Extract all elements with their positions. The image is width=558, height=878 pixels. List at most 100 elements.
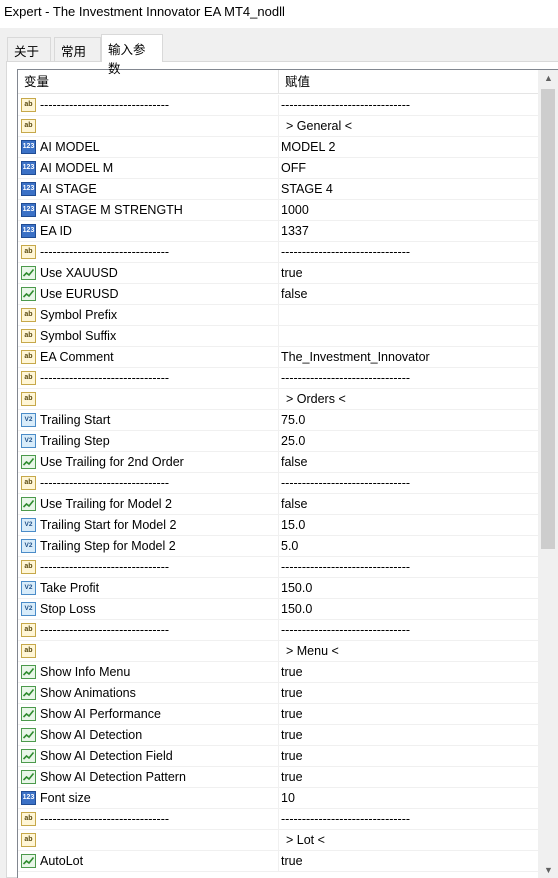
parameter-row[interactable]: ab ------------------------------- -------… bbox=[18, 95, 538, 116]
parameter-row[interactable]: 123 AI STAGE STAGE 4 bbox=[18, 179, 538, 200]
scroll-up-arrow-icon[interactable]: ▲ bbox=[538, 70, 558, 87]
parameter-row[interactable]: ab ------------------------------- -------… bbox=[18, 557, 538, 578]
parameter-value[interactable]: > General < bbox=[280, 116, 352, 137]
parameter-row[interactable]: Use Trailing for Model 2 false bbox=[18, 494, 538, 515]
parameter-value[interactable]: STAGE 4 bbox=[280, 179, 333, 200]
parameter-value[interactable]: OFF bbox=[280, 158, 306, 179]
parameter-row[interactable]: Use XAUUSD true bbox=[18, 263, 538, 284]
cell-divider bbox=[278, 284, 279, 305]
parameter-value[interactable]: true bbox=[280, 767, 303, 788]
cell-divider bbox=[278, 305, 279, 326]
parameter-name: ------------------------------- bbox=[40, 371, 170, 385]
parameter-value[interactable]: ------------------------------- bbox=[280, 242, 410, 263]
parameter-value[interactable]: false bbox=[280, 284, 307, 305]
parameter-value[interactable]: 10 bbox=[280, 788, 295, 809]
parameter-row[interactable]: Show AI Performance true bbox=[18, 704, 538, 725]
parameter-row[interactable]: V2 Trailing Start for Model 2 15.0 bbox=[18, 515, 538, 536]
parameter-name: Font size bbox=[40, 791, 91, 805]
parameter-value[interactable]: false bbox=[280, 452, 307, 473]
parameter-value[interactable]: true bbox=[280, 851, 303, 872]
parameter-row[interactable]: Use EURUSD false bbox=[18, 284, 538, 305]
scrollbar-thumb[interactable] bbox=[541, 89, 555, 549]
parameter-row[interactable]: 123 AI MODEL MODEL 2 bbox=[18, 137, 538, 158]
parameter-row[interactable]: Show Animations true bbox=[18, 683, 538, 704]
double-type-icon: V2 bbox=[21, 518, 36, 532]
parameter-value[interactable]: 5.0 bbox=[280, 536, 298, 557]
scroll-down-arrow-icon[interactable]: ▼ bbox=[538, 862, 558, 878]
cell-divider bbox=[278, 788, 279, 809]
parameter-row[interactable]: ab EA Comment The_Investment_Innovator bbox=[18, 347, 538, 368]
parameter-row[interactable]: ab Symbol Prefix bbox=[18, 305, 538, 326]
string-type-icon: ab bbox=[21, 833, 36, 847]
parameter-value[interactable]: true bbox=[280, 746, 303, 767]
parameter-value[interactable]: 150.0 bbox=[280, 578, 312, 599]
parameter-row[interactable]: Show AI Detection Field true bbox=[18, 746, 538, 767]
parameter-row[interactable]: ab > Orders < bbox=[18, 389, 538, 410]
parameter-value[interactable]: true bbox=[280, 725, 303, 746]
parameter-name: Show Info Menu bbox=[40, 665, 131, 679]
parameter-row[interactable]: ab Symbol Suffix bbox=[18, 326, 538, 347]
parameter-value[interactable]: true bbox=[280, 704, 303, 725]
parameter-value[interactable]: 75.0 bbox=[280, 410, 305, 431]
parameter-value[interactable]: true bbox=[280, 263, 303, 284]
parameter-row[interactable]: ab > General < bbox=[18, 116, 538, 137]
parameter-value[interactable]: MODEL 2 bbox=[280, 137, 335, 158]
parameter-row[interactable]: 123 Font size 10 bbox=[18, 788, 538, 809]
tab-bar: 关于 常用 输入参数 bbox=[0, 28, 558, 76]
cell-divider bbox=[278, 221, 279, 242]
parameter-row[interactable]: Show Info Menu true bbox=[18, 662, 538, 683]
parameter-value[interactable]: ------------------------------- bbox=[280, 368, 410, 389]
parameter-value[interactable]: > Menu < bbox=[280, 641, 339, 662]
parameter-value[interactable]: ------------------------------- bbox=[280, 95, 410, 116]
parameter-value[interactable]: true bbox=[280, 683, 303, 704]
tab-common[interactable]: 常用 bbox=[54, 37, 101, 61]
parameter-row[interactable]: V2 Trailing Step for Model 2 5.0 bbox=[18, 536, 538, 557]
parameter-row[interactable]: 123 AI STAGE M STRENGTH 1000 bbox=[18, 200, 538, 221]
parameter-row[interactable]: Show AI Detection true bbox=[18, 725, 538, 746]
parameter-value[interactable]: 1000 bbox=[280, 200, 309, 221]
parameter-value[interactable]: ------------------------------- bbox=[280, 557, 410, 578]
tab-inputs[interactable]: 输入参数 bbox=[101, 34, 163, 76]
parameter-name: Show AI Detection Field bbox=[40, 749, 173, 763]
column-header-variable[interactable]: 变量 bbox=[18, 70, 49, 93]
parameter-value[interactable]: 150.0 bbox=[280, 599, 312, 620]
parameter-row[interactable]: Use Trailing for 2nd Order false bbox=[18, 452, 538, 473]
column-header-value[interactable]: 赋值 bbox=[279, 70, 310, 93]
parameter-value[interactable]: ------------------------------- bbox=[280, 473, 410, 494]
vertical-scrollbar[interactable]: ▲ ▼ bbox=[538, 70, 558, 878]
cell-divider bbox=[278, 662, 279, 683]
parameter-row[interactable]: ab ------------------------------- -------… bbox=[18, 620, 538, 641]
parameter-row[interactable]: 123 AI MODEL M OFF bbox=[18, 158, 538, 179]
parameter-value[interactable]: > Orders < bbox=[280, 389, 346, 410]
parameter-row[interactable]: V2 Stop Loss 150.0 bbox=[18, 599, 538, 620]
parameter-row[interactable]: 123 EA ID 1337 bbox=[18, 221, 538, 242]
tab-about[interactable]: 关于 bbox=[7, 37, 51, 61]
cell-divider bbox=[278, 326, 279, 347]
parameter-value[interactable]: 15.0 bbox=[280, 515, 305, 536]
parameter-row[interactable]: V2 Take Profit 150.0 bbox=[18, 578, 538, 599]
parameter-row[interactable]: ab > Menu < bbox=[18, 641, 538, 662]
parameter-value[interactable]: ------------------------------- bbox=[280, 620, 410, 641]
parameter-value[interactable]: The_Investment_Innovator bbox=[280, 347, 430, 368]
parameter-name: ------------------------------- bbox=[40, 476, 170, 490]
parameter-value[interactable]: > Lot < bbox=[280, 830, 325, 851]
parameter-value[interactable]: 1337 bbox=[280, 221, 309, 242]
parameter-row[interactable]: ab ------------------------------- -------… bbox=[18, 809, 538, 830]
parameter-row[interactable]: V2 Trailing Step 25.0 bbox=[18, 431, 538, 452]
parameter-row[interactable]: ab > Lot < bbox=[18, 830, 538, 851]
string-type-icon: ab bbox=[21, 476, 36, 490]
parameter-name: Use EURUSD bbox=[40, 287, 119, 301]
parameter-row[interactable]: ab ------------------------------- -------… bbox=[18, 473, 538, 494]
parameter-value[interactable]: false bbox=[280, 494, 307, 515]
parameter-value[interactable]: true bbox=[280, 662, 303, 683]
cell-divider bbox=[278, 242, 279, 263]
parameter-row[interactable]: V2 Trailing Start 75.0 bbox=[18, 410, 538, 431]
parameter-row[interactable]: ab ------------------------------- -------… bbox=[18, 242, 538, 263]
boolean-type-icon bbox=[21, 287, 36, 301]
parameter-row[interactable]: AutoLot true bbox=[18, 851, 538, 872]
parameter-row[interactable]: ab ------------------------------- -------… bbox=[18, 368, 538, 389]
parameter-value[interactable]: ------------------------------- bbox=[280, 809, 410, 830]
boolean-type-icon bbox=[21, 455, 36, 469]
parameter-row[interactable]: Show AI Detection Pattern true bbox=[18, 767, 538, 788]
parameter-value[interactable]: 25.0 bbox=[280, 431, 305, 452]
